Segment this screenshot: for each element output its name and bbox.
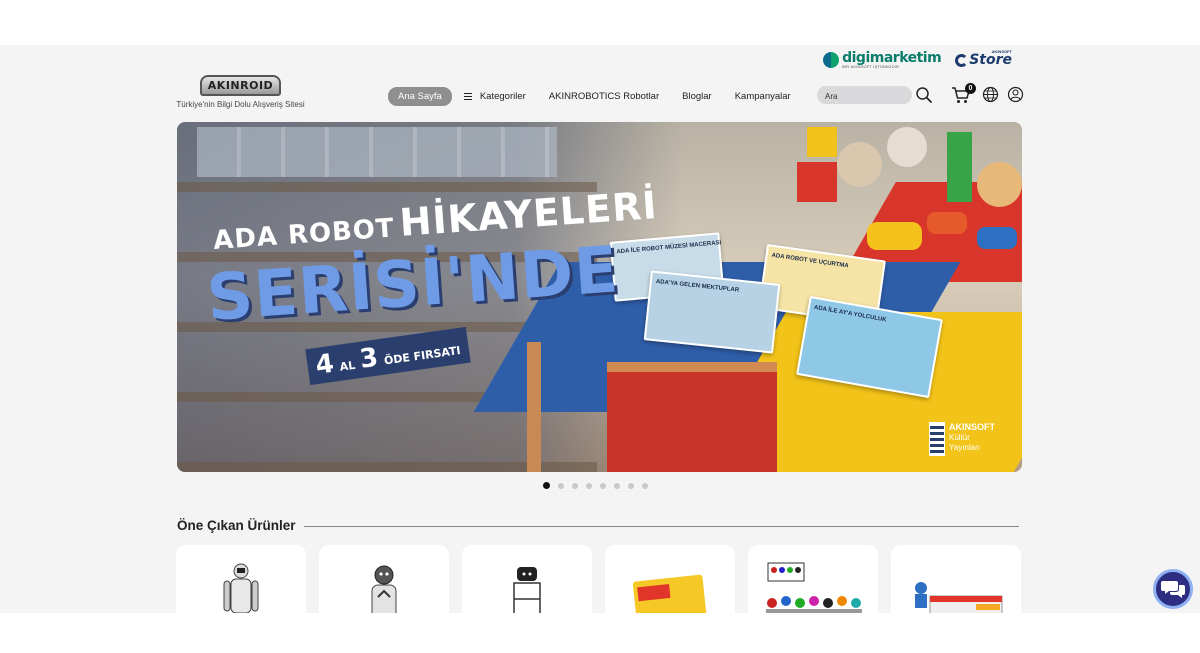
user-icon[interactable] <box>1007 86 1024 103</box>
hero-dog-toy <box>977 162 1022 207</box>
store-sup: AKINSOFT <box>991 49 1012 54</box>
brand-tagline: Türkiye'nin Bilgi Dolu Alışveriş Sitesi <box>176 100 305 109</box>
digimarketim-logo[interactable]: digimarketim BİR AKINSOFT İŞTİRAKİDİR <box>823 50 942 69</box>
product-card[interactable] <box>319 545 449 613</box>
hero-book-3: ADA'YA GELEN MEKTUPLAR <box>643 270 781 354</box>
hero-banner[interactable]: ADA İLE ROBOT MÜZESİ MACERASI ADA ROBOT … <box>177 122 1022 472</box>
carousel-dot[interactable] <box>586 482 592 489</box>
hero-offer-n2: 3 <box>357 342 381 375</box>
hero-book-1-title: ADA İLE ROBOT MÜZESİ MACERASI <box>616 240 722 256</box>
live-chat-button[interactable] <box>1153 569 1193 609</box>
robotic-kit-image <box>915 582 1003 613</box>
hero-chair <box>607 362 777 472</box>
section-title: Öne Çıkan Ürünler <box>177 518 296 533</box>
product-card[interactable] <box>605 545 735 613</box>
brand-logo[interactable]: AKINROID <box>173 75 308 96</box>
partner-logos: digimarketim BİR AKINSOFT İŞTİRAKİDİR St… <box>823 49 1012 69</box>
brand[interactable]: AKINROID Türkiye'nin Bilgi Dolu Alışveri… <box>173 75 308 109</box>
carousel-dot[interactable] <box>614 482 620 489</box>
store-logo[interactable]: Store AKINSOFT <box>955 49 1012 68</box>
store-name: Store <box>969 52 1012 68</box>
search-icon[interactable] <box>915 86 933 104</box>
menu-icon <box>463 93 472 100</box>
nav-categories[interactable]: Kategoriler <box>463 91 526 102</box>
carousel-dot[interactable] <box>600 482 606 489</box>
hero-toy-car-orange <box>927 212 967 234</box>
hero-toy-green-tower <box>947 132 972 202</box>
carousel-dot[interactable] <box>543 482 550 489</box>
toy-box-image <box>632 574 708 613</box>
hero-toy-tower <box>797 162 837 202</box>
nav-blogs[interactable]: Bloglar <box>682 91 712 102</box>
hero-book-4-title: ADA İLE AY'A YOLCULUK <box>813 304 887 324</box>
nav-home[interactable]: Ana Sayfa <box>388 87 452 106</box>
nav-categories-label: Kategoriler <box>479 91 526 102</box>
hero-teddy-2 <box>887 127 927 167</box>
carousel-dot[interactable] <box>572 482 578 489</box>
product-cards <box>176 545 1021 613</box>
search-input[interactable] <box>825 87 905 106</box>
humanoid-robot-image <box>223 563 259 613</box>
hero-book-2-title: ADA ROBOT VE UÇURTMA <box>771 252 849 270</box>
hero-teddy-1 <box>837 142 882 187</box>
hero-offer-rest: ÖDE FIRSATI <box>383 343 462 368</box>
nav-robots[interactable]: AKINROBOTICS Robotlar <box>549 91 659 102</box>
service-robot-image <box>371 565 397 613</box>
carousel-dot[interactable] <box>642 482 648 489</box>
publisher-name: AKINSOFT <box>949 422 995 432</box>
publisher-mark-icon <box>929 422 945 456</box>
publisher-line3: Yayınları <box>949 443 980 453</box>
globe-icon[interactable] <box>982 86 999 103</box>
section-divider <box>304 526 1019 527</box>
carousel-dot[interactable] <box>558 482 564 489</box>
hero-publisher: AKINSOFT Kültür Yayınları <box>929 422 995 456</box>
publisher-line2: Kültür <box>949 433 970 443</box>
main-nav: Ana Sayfa Kategoriler AKINROBOTICS Robot… <box>388 87 814 106</box>
product-card[interactable] <box>748 545 878 613</box>
search-box <box>817 86 912 106</box>
cart-count-badge: 0 <box>965 83 976 94</box>
hero-offer-n1: 4 <box>313 348 336 381</box>
product-card[interactable] <box>462 545 592 613</box>
digimarketim-name: digimarketim <box>842 50 942 66</box>
figure-set-image <box>766 562 862 613</box>
brand-logo-text: AKINROID <box>207 79 274 92</box>
page: digimarketim BİR AKINSOFT İŞTİRAKİDİR St… <box>0 45 1200 613</box>
hero-toy-blocks <box>807 127 837 157</box>
hero-toy-car-yellow <box>867 222 922 250</box>
hero-shelf-books <box>197 127 557 177</box>
hero-book-3-title: ADA'YA GELEN MEKTUPLAR <box>655 278 740 294</box>
digimarketim-mark-icon <box>823 52 840 68</box>
carousel-dots <box>543 482 648 489</box>
hero-toy-car-blue <box>977 227 1017 249</box>
hero-table-leg <box>527 342 541 472</box>
hero-offer-al: AL <box>338 358 357 374</box>
product-card[interactable] <box>176 545 306 613</box>
nav-campaigns[interactable]: Kampanyalar <box>735 91 791 102</box>
chat-icon <box>1161 581 1185 598</box>
store-mark-icon <box>955 54 969 67</box>
digimarketim-sub: BİR AKINSOFT İŞTİRAKİDİR <box>842 64 900 69</box>
delivery-robot-image <box>513 567 541 613</box>
carousel-dot[interactable] <box>628 482 634 489</box>
product-card[interactable] <box>891 545 1021 613</box>
